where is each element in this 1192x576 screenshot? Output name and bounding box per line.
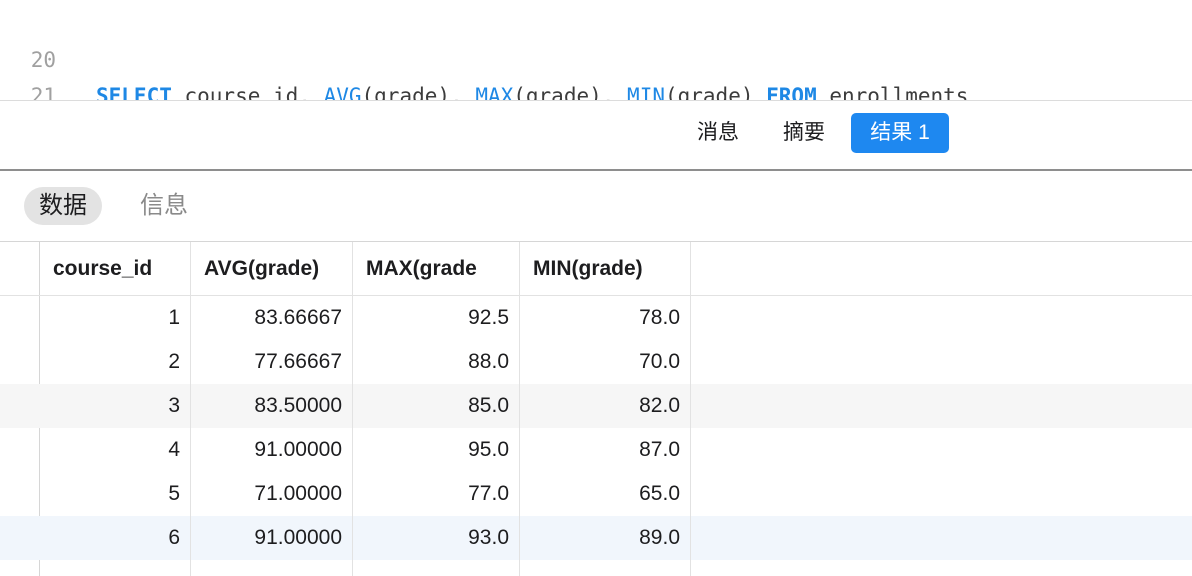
cell-course-id[interactable]: 3 — [40, 384, 191, 428]
table-row[interactable]: 3 83.50000 85.0 82.0 — [0, 384, 1192, 428]
cell-course-id[interactable]: 4 — [40, 428, 191, 472]
code-line-20: 20 SELECT course_id, AVG(grade), MAX(gra… — [0, 6, 1192, 100]
cell-course-id[interactable]: 2 — [40, 340, 191, 384]
cell-min-grade[interactable]: 82.0 — [520, 384, 691, 428]
code-line-21: 21 GROUP BY course_id; — [0, 42, 1192, 100]
sql-editor[interactable]: 20 SELECT course_id, AVG(grade), MAX(gra… — [0, 0, 1192, 101]
cell-course-id[interactable]: 1 — [40, 296, 191, 340]
cell-avg-grade[interactable]: 77.66667 — [191, 340, 353, 384]
cell-min-grade[interactable]: 70.0 — [520, 340, 691, 384]
grid-header: course_id AVG(grade) MAX(grade MIN(grade… — [0, 242, 1192, 296]
cell-min-grade[interactable]: 65.0 — [520, 472, 691, 516]
cell-avg-grade[interactable]: 83.50000 — [191, 384, 353, 428]
sub-tab-bar: 数据 信息 — [0, 171, 1192, 242]
cell-avg-grade[interactable]: 91.00000 — [191, 516, 353, 560]
cell-empty — [353, 560, 520, 576]
result-grid: course_id AVG(grade) MAX(grade MIN(grade… — [0, 242, 1192, 576]
cell-max-grade[interactable]: 92.5 — [353, 296, 520, 340]
cell-avg-grade[interactable]: 83.66667 — [191, 296, 353, 340]
cell-course-id[interactable]: 6 — [40, 516, 191, 560]
cell-min-grade[interactable]: 78.0 — [520, 296, 691, 340]
cell-min-grade[interactable]: 87.0 — [520, 428, 691, 472]
sql-client-window: 20 SELECT course_id, AVG(grade), MAX(gra… — [0, 0, 1192, 576]
table-row-empty — [0, 560, 1192, 576]
column-header-avg-grade[interactable]: AVG(grade) — [191, 242, 353, 295]
tab-info[interactable]: 信息 — [128, 187, 200, 225]
column-header-course-id[interactable]: course_id — [40, 242, 191, 295]
cell-course-id[interactable]: 5 — [40, 472, 191, 516]
cell-min-grade[interactable]: 89.0 — [520, 516, 691, 560]
cell-max-grade[interactable]: 93.0 — [353, 516, 520, 560]
tab-result-1[interactable]: 结果 1 — [851, 113, 949, 153]
tab-summary[interactable]: 摘要 — [772, 113, 836, 153]
code-line-22: 22 — [0, 78, 1192, 100]
cell-max-grade[interactable]: 77.0 — [353, 472, 520, 516]
table-row[interactable]: 6 91.00000 93.0 89.0 — [0, 516, 1192, 560]
table-row[interactable]: 1 83.66667 92.5 78.0 — [0, 296, 1192, 340]
tab-data[interactable]: 数据 — [24, 187, 102, 225]
table-row[interactable]: 5 71.00000 77.0 65.0 — [0, 472, 1192, 516]
table-row[interactable]: 2 77.66667 88.0 70.0 — [0, 340, 1192, 384]
cell-max-grade[interactable]: 85.0 — [353, 384, 520, 428]
cell-empty — [191, 560, 353, 576]
cell-max-grade[interactable]: 88.0 — [353, 340, 520, 384]
column-header-min-grade[interactable]: MIN(grade) — [520, 242, 691, 295]
cell-avg-grade[interactable]: 91.00000 — [191, 428, 353, 472]
result-tab-bar: 消息 摘要 结果 1 — [0, 101, 1192, 171]
tab-messages[interactable]: 消息 — [686, 113, 750, 153]
cell-empty — [40, 560, 191, 576]
cell-max-grade[interactable]: 95.0 — [353, 428, 520, 472]
cell-empty — [520, 560, 691, 576]
cell-avg-grade[interactable]: 71.00000 — [191, 472, 353, 516]
table-row[interactable]: 4 91.00000 95.0 87.0 — [0, 428, 1192, 472]
column-header-max-grade[interactable]: MAX(grade — [353, 242, 520, 295]
